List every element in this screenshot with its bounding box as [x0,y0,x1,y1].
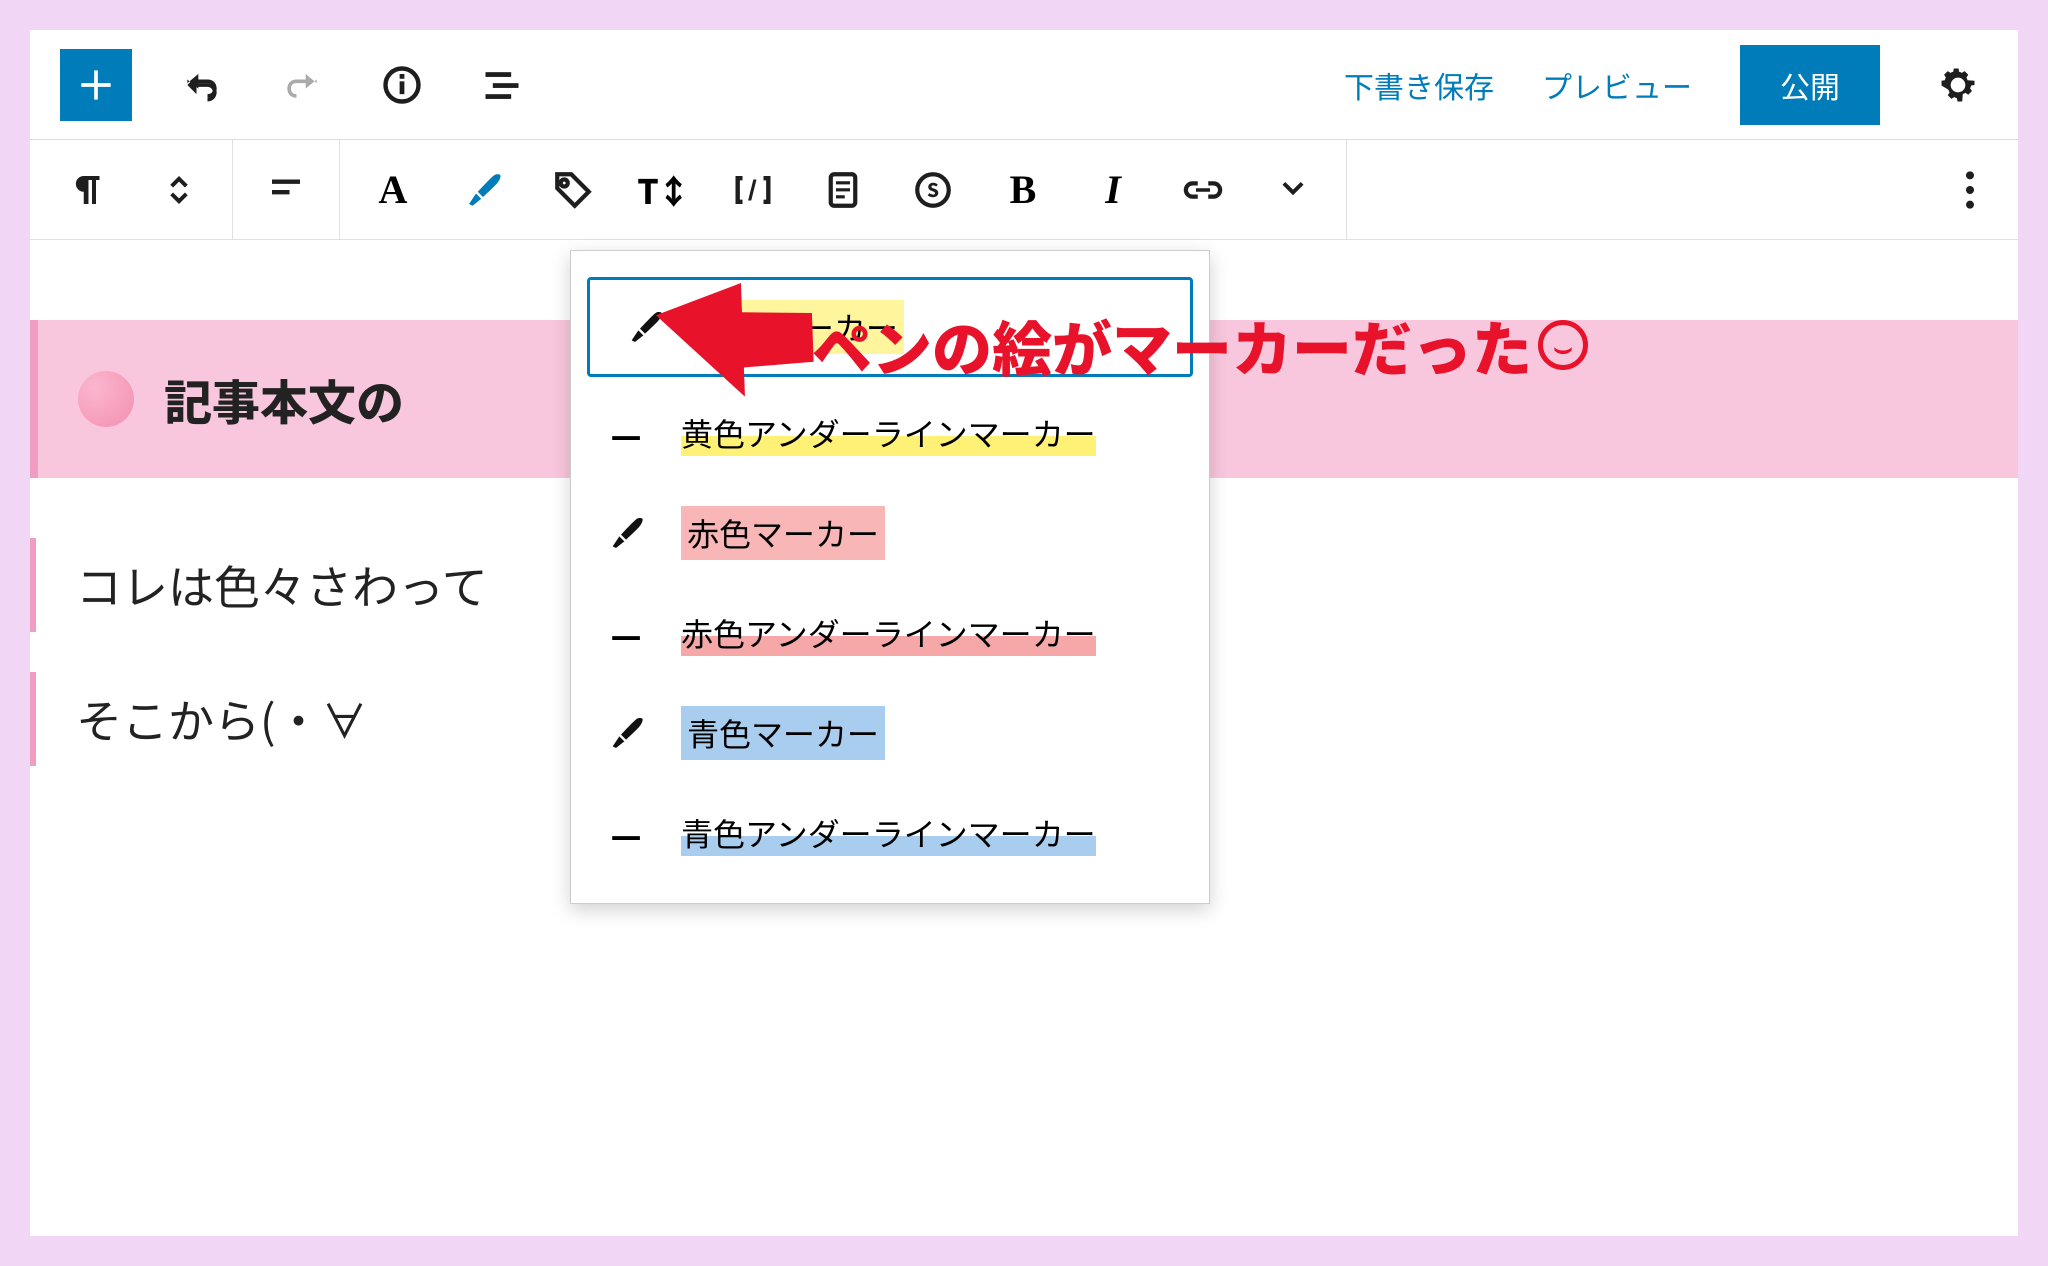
marker-option-4[interactable]: 青色マーカー [571,683,1209,783]
tag-icon [552,169,594,211]
shortcode-button[interactable] [708,145,798,235]
paragraph-icon [68,169,110,211]
italic-button[interactable]: I [1068,145,1158,235]
currency-button[interactable]: S [888,145,978,235]
bold-icon: B [1010,166,1037,213]
kebab-icon [1966,168,1974,212]
redo-button[interactable] [272,55,332,115]
publish-button[interactable]: 公開 [1740,45,1880,125]
outline-button[interactable] [472,55,532,115]
list-outline-icon [480,63,524,107]
marker-option-label: 赤色マーカー [681,506,885,560]
heading-bullet-icon [78,371,134,427]
preview-button[interactable]: プレビュー [1542,63,1692,107]
editor-window: 下書き保存 プレビュー 公開 A [30,30,2018,1236]
document-button[interactable] [798,145,888,235]
marker-option-label: 青色マーカー [681,706,885,760]
marker-option-label: 青色アンダーラインマーカー [681,810,1096,856]
plus-icon [74,63,118,107]
info-button[interactable] [372,55,432,115]
brush-icon [620,307,670,347]
text-size-icon: T↕ [637,165,689,214]
more-options-button[interactable] [1930,168,2010,212]
brush-icon [601,513,651,553]
marker-option-5[interactable]: — 青色アンダーラインマーカー [571,783,1209,883]
paragraph-block-button[interactable] [44,145,134,235]
tag-button[interactable] [528,145,618,235]
chevron-down-icon [1272,169,1314,211]
info-icon [380,63,424,107]
link-button[interactable] [1158,145,1248,235]
settings-button[interactable] [1928,55,1988,115]
marker-option-label: 黄色アンダーラインマーカー [681,410,1096,456]
link-icon [1182,169,1224,211]
svg-text:S: S [927,175,939,203]
redo-icon [280,63,324,107]
undo-button[interactable] [172,55,232,115]
marker-option-3[interactable]: — 赤色アンダーラインマーカー [571,583,1209,683]
more-format-button[interactable] [1248,145,1338,235]
underline-icon: — [601,809,651,858]
document-icon [822,169,864,211]
shortcode-icon [732,169,774,211]
marker-option-label: 黄色マーカー [700,300,904,354]
align-button[interactable] [241,145,331,235]
currency-icon: S [912,169,954,211]
underline-icon: — [601,409,651,458]
marker-option-0[interactable]: 黄色マーカー [587,277,1193,377]
marker-option-1[interactable]: — 黄色アンダーラインマーカー [571,383,1209,483]
italic-icon: I [1105,166,1121,213]
marker-button[interactable] [438,145,528,235]
heading-text: 記事本文の [164,364,404,434]
underline-icon: — [601,609,651,658]
top-toolbar: 下書き保存 プレビュー 公開 [30,30,2018,140]
move-handle[interactable] [134,145,224,235]
marker-option-label: 赤色アンダーラインマーカー [681,610,1096,656]
gear-icon [1936,63,1980,107]
marker-option-2[interactable]: 赤色マーカー [571,483,1209,583]
undo-icon [180,63,224,107]
bold-button[interactable]: B [978,145,1068,235]
marker-dropdown: 黄色マーカー — 黄色アンダーラインマーカー赤色マーカー — 赤色アンダーラインマーカー… [570,250,1210,904]
chevron-up-down-icon [158,169,200,211]
block-toolbar: A T↕ S B I [30,140,2018,240]
brush-icon [601,713,651,753]
text-size-button[interactable]: T↕ [618,145,708,235]
letter-a-icon: A [379,166,408,213]
save-draft-button[interactable]: 下書き保存 [1344,63,1494,107]
add-block-button[interactable] [60,49,132,121]
align-icon [265,169,307,211]
text-color-button[interactable]: A [348,145,438,235]
brush-icon [462,169,504,211]
